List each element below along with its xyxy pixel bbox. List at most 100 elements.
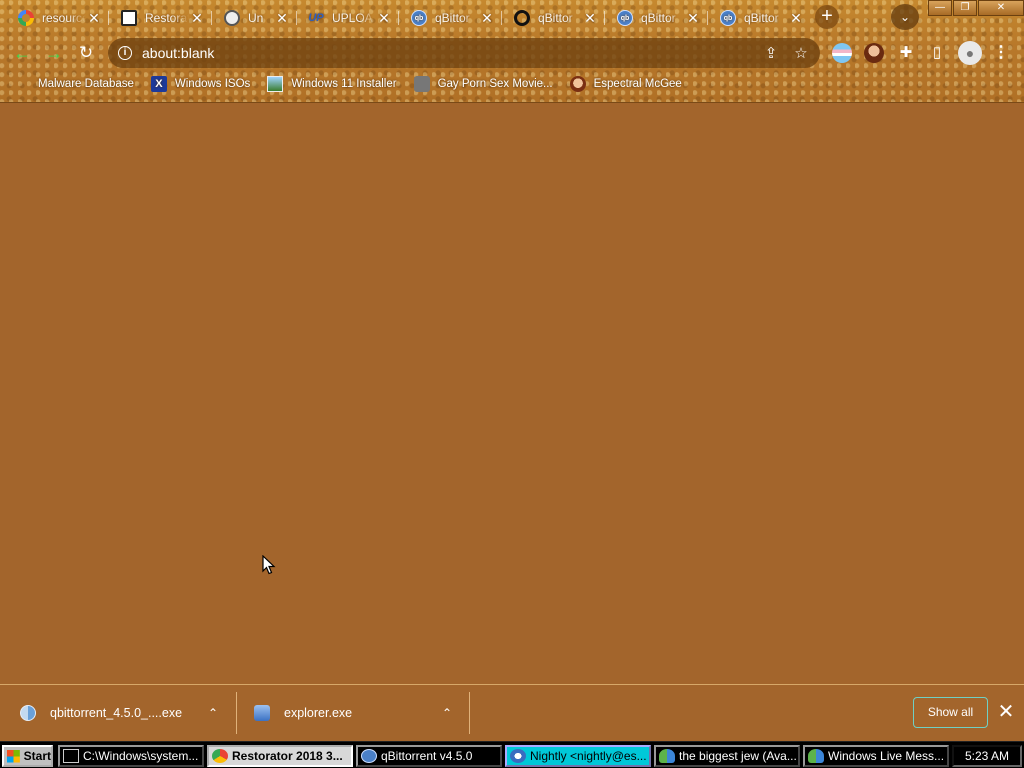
download-filename: explorer.exe [284,706,353,720]
blank-icon [16,76,30,92]
bookmark-label: Windows 11 Installer [291,78,397,90]
tab-close-icon[interactable]: ✕ [376,10,392,26]
qbittorrent-icon: qb [720,10,736,26]
chrome-icon [212,749,228,763]
address-bar[interactable]: i about:blank ⇪ ☆ [108,38,820,68]
tab-title: Restorator [145,11,189,25]
taskbar-item-label: qBittorrent v4.5.0 [381,749,473,763]
minimize-button[interactable]: — [928,0,952,16]
tab-qbittorrent-2[interactable]: qBittor ✕ [504,4,605,32]
qbittorrent-icon [361,749,377,763]
tab-upload[interactable]: UP UPLOA ✕ [298,4,399,32]
taskbar-item-qbittorrent[interactable]: qBittorrent v4.5.0 [356,745,502,767]
new-tab-button[interactable]: + [815,5,839,29]
tab-separator [108,11,109,25]
tab-title: qBittor [435,11,470,25]
system-clock[interactable]: 5:23 AM [952,745,1022,767]
tab-qbittorrent-3[interactable]: qb qBittor ✕ [607,4,708,32]
ring-icon [514,10,530,26]
show-all-button[interactable]: Show all [913,697,988,728]
close-window-button[interactable]: ✕ [978,0,1024,16]
download-item-qbittorrent[interactable]: qbittorrent_4.5.0_....exe ⌃ [20,694,222,732]
tab-un[interactable]: Un ✕ [214,4,297,32]
upload-logo-icon: UP [308,12,324,24]
reload-icon[interactable]: ↻ [72,39,100,67]
image-icon [267,76,284,92]
qbittorrent-icon: qb [617,10,633,26]
download-filename: qbittorrent_4.5.0_....exe [50,706,183,720]
start-button[interactable]: Start [2,745,53,767]
taskbar-item-messenger-chat[interactable]: the biggest jew (Ava... [654,745,800,767]
tab-strip: resource ✕ Restorator ✕ Un ✕ UP UPLOA ✕ … [8,4,808,32]
tab-close-icon[interactable]: ✕ [86,10,102,26]
url-text[interactable]: about:blank [142,45,760,61]
tab-title: resource [42,11,86,25]
taskbar-item-restorator[interactable]: Restorator 2018 3... [207,745,353,767]
tab-resource[interactable]: resource ✕ [8,4,109,32]
tab-separator [398,11,399,25]
bookmark-windows-11-installer[interactable]: Windows 11 Installer [267,76,397,92]
tab-search-chevron-icon[interactable]: ⌄ [891,4,919,30]
avatar-extension-icon[interactable] [864,43,884,63]
tab-separator [296,11,297,25]
bookmark-malware-database[interactable]: Malware Database [16,76,134,92]
tab-close-icon[interactable]: ✕ [274,10,290,26]
bookmark-star-icon[interactable]: ☆ [790,44,812,62]
tab-close-icon[interactable]: ✕ [685,10,701,26]
restore-button[interactable]: ❐ [953,0,977,16]
taskbar-item-windows-live-messenger[interactable]: Windows Live Mess... [803,745,949,767]
start-label: Start [23,749,51,763]
tab-restorator[interactable]: Restorator ✕ [111,4,212,32]
face-icon [569,76,586,92]
tab-close-icon[interactable]: ✕ [479,10,495,26]
executable-icon [254,705,270,721]
flag-extension-icon[interactable] [832,43,852,63]
bookmark-windows-isos[interactable]: X Windows ISOs [150,76,250,92]
profile-avatar-icon[interactable]: ● [958,41,982,65]
window-controls: — ❐ ✕ [927,0,1024,18]
bookmarks-bar: Malware Database X Windows ISOs Windows … [0,72,1024,96]
side-panel-icon[interactable]: ▯ [926,42,948,64]
bookmark-movie[interactable]: Gay Porn Sex Movie... [413,76,553,92]
download-shelf: qbittorrent_4.5.0_....exe ⌃ explorer.exe… [0,684,1024,741]
messenger-icon [808,749,824,763]
console-icon [63,749,79,763]
tab-qbittorrent-1[interactable]: qb qBittor ✕ [401,4,502,32]
extensions-puzzle-icon[interactable]: ✚ [895,42,917,64]
mouse-cursor-icon [262,555,276,575]
taskbar-item-label: C:\Windows\system... [83,749,199,763]
nightly-icon [510,749,526,763]
x-icon: X [150,76,167,92]
taskbar-item-cmd[interactable]: C:\Windows\system... [58,745,204,767]
tab-qbittorrent-4[interactable]: qb qBittor ✕ [710,4,810,32]
tab-title: UPLOA [332,11,373,25]
tab-close-icon[interactable]: ✕ [189,10,205,26]
share-icon[interactable]: ⇪ [760,44,782,62]
tab-title: qBittor [744,11,779,25]
bookmark-espectral-mcgee[interactable]: Espectral McGee [569,76,682,92]
tab-close-icon[interactable]: ✕ [582,10,598,26]
tab-separator [211,11,212,25]
tab-separator [604,11,605,25]
messenger-icon [659,749,675,763]
bookmark-label: Malware Database [38,78,134,90]
taskbar-item-label: Windows Live Mess... [828,749,945,763]
kebab-menu-icon[interactable]: ⋮ [990,42,1012,64]
browser-toolbar: ← → ↻ i about:blank ⇪ ☆ ✚ ▯ ● ⋮ [0,36,1024,70]
page-content-blank[interactable] [0,103,1024,684]
back-arrow-icon[interactable]: ← [8,39,36,67]
chevron-up-icon[interactable]: ⌃ [438,706,456,720]
download-item-explorer[interactable]: explorer.exe ⌃ [254,694,456,732]
close-icon[interactable]: ✕ [996,699,1016,725]
tab-title: Un [248,11,264,25]
tab-close-icon[interactable]: ✕ [788,10,804,26]
bookmark-label: Gay Porn Sex Movie... [437,78,553,90]
taskbar-item-nightly[interactable]: Nightly <nightly@es... [505,745,651,767]
info-icon[interactable]: i [118,46,132,60]
tab-separator [707,11,708,25]
qbittorrent-icon: qb [411,10,427,26]
forward-arrow-icon[interactable]: → [40,39,68,67]
tab-separator [501,11,502,25]
taskbar-item-label: Nightly <nightly@es... [530,749,647,763]
chevron-up-icon[interactable]: ⌃ [204,706,222,720]
